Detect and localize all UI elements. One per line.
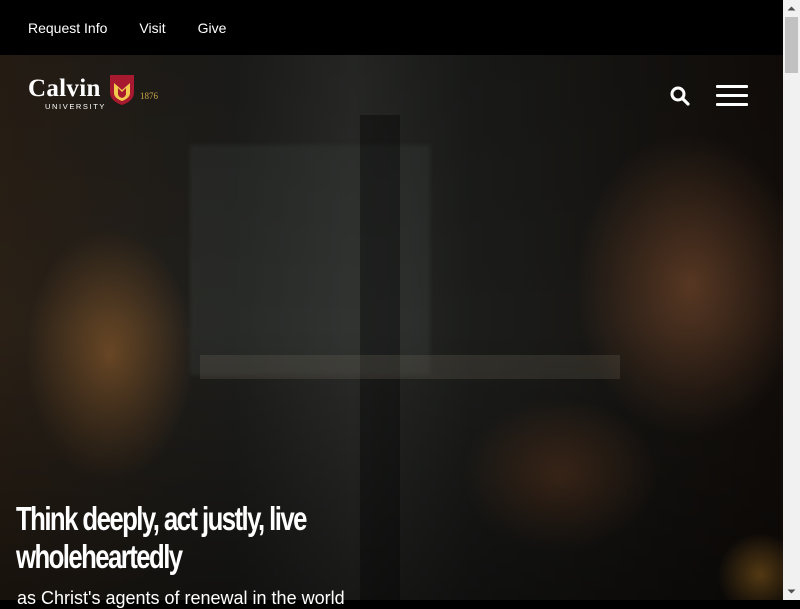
- menu-button[interactable]: [716, 85, 748, 107]
- hamburger-menu-icon: [716, 85, 748, 88]
- calvin-university-logo[interactable]: Calvin UNIVERSITY 1876: [28, 74, 168, 114]
- logo-subtitle: UNIVERSITY: [45, 102, 107, 111]
- hamburger-menu-icon-bar: [716, 94, 748, 97]
- hero-subheadline: as Christ's agents of renewal in the wor…: [17, 588, 345, 608]
- search-button[interactable]: [668, 84, 692, 108]
- scroll-down-arrow-icon[interactable]: [783, 583, 800, 600]
- request-info-link[interactable]: Request Info: [28, 21, 107, 35]
- give-link[interactable]: Give: [198, 21, 227, 35]
- visit-link[interactable]: Visit: [139, 21, 165, 35]
- logo-wordmark: Calvin: [28, 75, 101, 102]
- hamburger-menu-icon-bar: [716, 103, 748, 106]
- utility-nav: Request Info Visit Give: [0, 0, 783, 55]
- scrollbar-thumb[interactable]: [785, 17, 798, 73]
- logo-founding-year: 1876: [140, 91, 158, 101]
- vertical-scrollbar[interactable]: [783, 0, 800, 600]
- shield-crest-icon: [110, 75, 134, 105]
- scroll-up-arrow-icon[interactable]: [783, 0, 800, 17]
- search-icon: [670, 86, 690, 106]
- hero-headline: Think deeply, act justly, live wholehear…: [16, 500, 307, 575]
